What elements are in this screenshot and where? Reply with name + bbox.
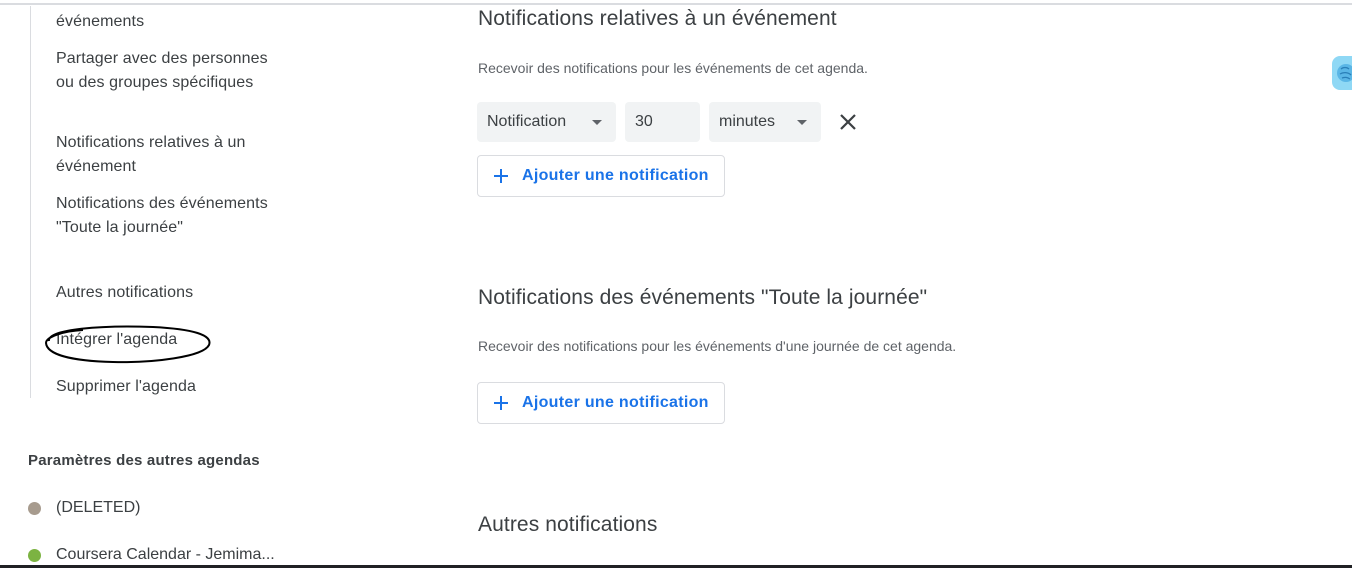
sidebar-rail	[30, 6, 31, 398]
allday-notifications-description: Recevoir des notifications pour les évén…	[478, 338, 957, 354]
plus-icon	[494, 169, 508, 183]
calendar-label: Coursera Calendar - Jemima...	[56, 546, 275, 563]
calendar-item-coursera[interactable]: Coursera Calendar - Jemima...	[28, 544, 288, 566]
event-notifications-description: Recevoir des notifications pour les évén…	[478, 60, 868, 76]
notification-amount-value: 30	[635, 113, 653, 130]
add-notification-label: Ajouter une notification	[522, 394, 709, 411]
calendar-color-dot	[28, 548, 41, 562]
brain-icon	[1337, 64, 1352, 82]
notification-type-value: Notification	[487, 113, 567, 130]
calendar-color-dot	[28, 501, 41, 515]
notification-unit-value: minutes	[719, 113, 776, 130]
sidebar-item-notifications-journee[interactable]: Notifications des événements "Toute la j…	[56, 192, 271, 239]
notification-unit-select[interactable]: minutes	[709, 102, 821, 142]
calendar-label: (DELETED)	[56, 499, 141, 516]
add-allday-notification-button[interactable]: Ajouter une notification	[477, 382, 725, 424]
other-notifications-title: Autres notifications	[478, 513, 658, 536]
remove-notification-close-icon[interactable]	[836, 110, 860, 134]
notification-type-select[interactable]: Notification	[477, 102, 616, 142]
notification-amount-input[interactable]: 30	[625, 102, 700, 142]
other-calendars-header: Paramètres des autres agendas	[28, 452, 260, 469]
sidebar-item-notifications-evenement[interactable]: Notifications relatives à un événement	[56, 131, 271, 178]
add-notification-label: Ajouter une notification	[522, 167, 709, 184]
sidebar-item-evenements[interactable]: événements	[56, 10, 271, 34]
dropdown-arrow-icon	[592, 120, 602, 125]
calendar-item-deleted[interactable]: (DELETED)	[28, 497, 288, 519]
allday-notifications-title: Notifications des événements "Toute la j…	[478, 286, 928, 309]
top-divider	[0, 3, 1352, 5]
event-notifications-title: Notifications relatives à un événement	[478, 7, 837, 30]
plus-icon	[494, 396, 508, 410]
add-event-notification-button[interactable]: Ajouter une notification	[477, 155, 725, 197]
dropdown-arrow-icon	[797, 120, 807, 125]
brain-extension-icon[interactable]	[1332, 56, 1352, 90]
sidebar-item-integrer-agenda[interactable]: Intégrer l'agenda	[56, 328, 271, 352]
sidebar-item-supprimer-agenda[interactable]: Supprimer l'agenda	[56, 375, 271, 399]
sidebar-item-autres-notifications[interactable]: Autres notifications	[56, 281, 271, 305]
sidebar-item-partager[interactable]: Partager avec des personnes ou des group…	[56, 47, 271, 94]
